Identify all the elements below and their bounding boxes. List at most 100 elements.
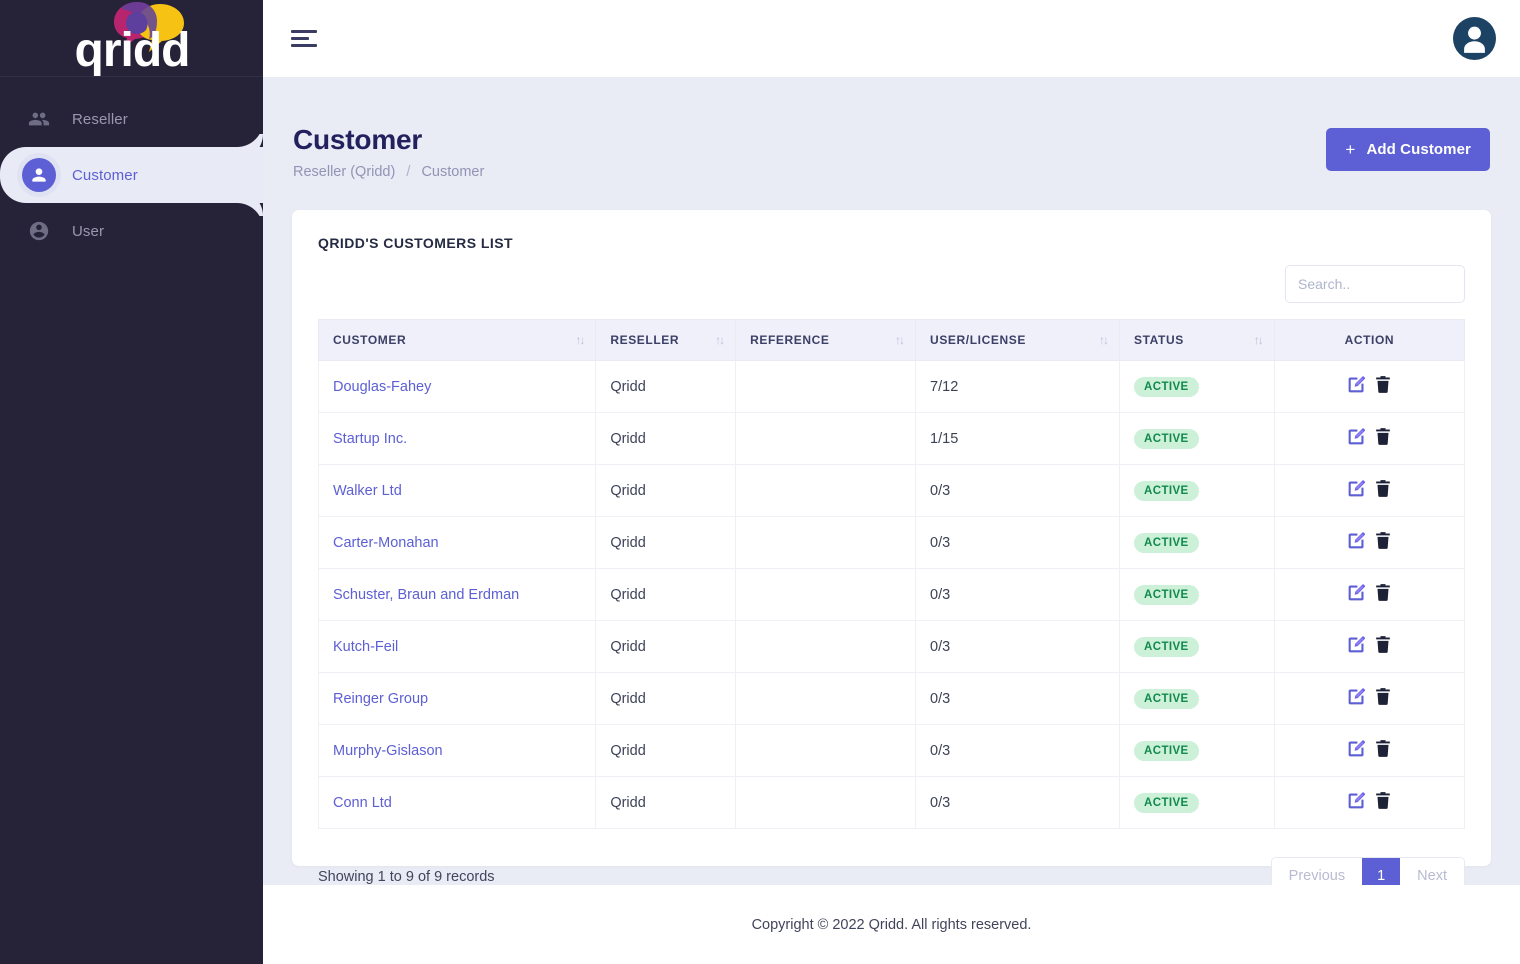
table-row: Schuster, Braun and Erdman Qridd 0/3 ACTIVE: [317, 568, 1466, 621]
sidebar: qridd Reseller Customer User: [0, 0, 263, 964]
customer-link[interactable]: Walker Ltd: [333, 483, 402, 499]
customer-link[interactable]: Carter-Monahan: [333, 535, 439, 551]
edit-button[interactable]: [1346, 686, 1367, 711]
sidebar-item-customer[interactable]: Customer: [0, 121, 263, 229]
column-header-status[interactable]: STATUS ↑↓: [1119, 319, 1275, 361]
cell-status: ACTIVE: [1119, 776, 1275, 829]
delete-button[interactable]: [1373, 790, 1393, 815]
customer-link[interactable]: Kutch-Feil: [333, 639, 398, 655]
brand-logo[interactable]: qridd: [0, 0, 263, 77]
cell-customer: Murphy-Gislason: [317, 724, 597, 777]
sidebar-item-user[interactable]: User: [0, 203, 263, 259]
table-footer: Showing 1 to 9 of 9 records Previous 1 N…: [318, 857, 1465, 885]
column-header-reference[interactable]: REFERENCE ↑↓: [735, 319, 917, 361]
customer-link[interactable]: Douglas-Fahey: [333, 379, 431, 395]
table-head: CUSTOMER ↑↓ RESELLER ↑↓ REFERENCE ↑↓ USE…: [317, 319, 1466, 361]
sort-icon[interactable]: ↑↓: [575, 333, 585, 347]
status-badge: ACTIVE: [1134, 792, 1199, 813]
search-row: [318, 265, 1465, 303]
table-row: Murphy-Gislason Qridd 0/3 ACTIVE: [317, 724, 1466, 777]
delete-button[interactable]: [1373, 374, 1393, 399]
sort-icon[interactable]: ↑↓: [1254, 333, 1264, 347]
user-avatar-icon[interactable]: [1453, 17, 1496, 60]
customer-link[interactable]: Reinger Group: [333, 691, 428, 707]
customer-link[interactable]: Startup Inc.: [333, 431, 407, 447]
cell-action: [1273, 568, 1466, 621]
trash-icon: [1376, 428, 1390, 445]
pagination-previous[interactable]: Previous: [1271, 858, 1363, 885]
content-area: Customer Reseller (Qridd) / Customer + A…: [263, 77, 1520, 885]
cell-reference: [735, 516, 917, 569]
pagination-page-1[interactable]: 1: [1362, 858, 1401, 885]
column-header-reseller[interactable]: RESELLER ↑↓: [595, 319, 737, 361]
avatar-silhouette-icon: [1464, 26, 1485, 53]
status-badge: ACTIVE: [1134, 636, 1199, 657]
column-header-user-license[interactable]: USER/LICENSE ↑↓: [915, 319, 1121, 361]
edit-button[interactable]: [1346, 478, 1367, 503]
hamburger-icon[interactable]: [291, 22, 319, 55]
delete-button[interactable]: [1373, 478, 1393, 503]
delete-button[interactable]: [1373, 582, 1393, 607]
cell-reference: [735, 360, 917, 413]
breadcrumb-parent[interactable]: Reseller (Qridd): [293, 164, 395, 180]
cell-status: ACTIVE: [1119, 516, 1275, 569]
edit-button[interactable]: [1346, 530, 1367, 555]
trash-icon: [1376, 792, 1390, 809]
delete-button[interactable]: [1373, 686, 1393, 711]
pagination-next[interactable]: Next: [1400, 858, 1464, 885]
cell-action: [1273, 516, 1466, 569]
cell-status: ACTIVE: [1119, 412, 1275, 465]
delete-button[interactable]: [1373, 426, 1393, 451]
trash-icon: [1376, 740, 1390, 757]
cell-status: ACTIVE: [1119, 464, 1275, 517]
search-input[interactable]: [1285, 265, 1465, 303]
cell-reference: [735, 412, 917, 465]
edit-button[interactable]: [1346, 426, 1367, 451]
cell-customer: Conn Ltd: [317, 776, 597, 829]
app-root: qridd Reseller Customer User Customer Re…: [0, 0, 1520, 964]
table-row: Walker Ltd Qridd 0/3 ACTIVE: [317, 464, 1466, 517]
delete-button[interactable]: [1373, 738, 1393, 763]
table-header-row: CUSTOMER ↑↓ RESELLER ↑↓ REFERENCE ↑↓ USE…: [317, 319, 1466, 361]
sort-icon[interactable]: ↑↓: [715, 333, 725, 347]
people-group-icon: [22, 102, 56, 136]
status-badge: ACTIVE: [1134, 740, 1199, 761]
customer-link[interactable]: Murphy-Gislason: [333, 743, 443, 759]
sort-icon[interactable]: ↑↓: [1099, 333, 1109, 347]
sidebar-item-reseller[interactable]: Reseller: [0, 91, 263, 147]
cell-user-license: 0/3: [915, 672, 1121, 725]
table-row: Carter-Monahan Qridd 0/3 ACTIVE: [317, 516, 1466, 569]
edit-pencil-icon: [1348, 428, 1365, 445]
cell-user-license: 0/3: [915, 568, 1121, 621]
cell-user-license: 7/12: [915, 360, 1121, 413]
column-label: ACTION: [1344, 333, 1395, 347]
edit-button[interactable]: [1346, 582, 1367, 607]
cell-reference: [735, 620, 917, 673]
edit-button[interactable]: [1346, 374, 1367, 399]
column-header-customer[interactable]: CUSTOMER ↑↓: [317, 319, 597, 361]
svg-text:qridd: qridd: [74, 24, 189, 77]
sort-icon[interactable]: ↑↓: [895, 333, 905, 347]
customer-link[interactable]: Schuster, Braun and Erdman: [333, 587, 519, 603]
cell-customer: Startup Inc.: [317, 412, 597, 465]
topbar: [263, 0, 1520, 77]
table-body: Douglas-Fahey Qridd 7/12 ACTIVE Startup Inc.…: [317, 360, 1466, 829]
customer-link[interactable]: Conn Ltd: [333, 795, 392, 811]
cell-reference: [735, 672, 917, 725]
delete-button[interactable]: [1373, 634, 1393, 659]
hamburger-line: [291, 30, 317, 33]
edit-button[interactable]: [1346, 790, 1367, 815]
add-customer-button[interactable]: + Add Customer: [1326, 128, 1490, 171]
edit-button[interactable]: [1346, 738, 1367, 763]
plus-icon: +: [1345, 140, 1356, 159]
sidebar-item-label: User: [72, 222, 105, 240]
delete-button[interactable]: [1373, 530, 1393, 555]
person-circle-icon: [22, 158, 56, 192]
cell-status: ACTIVE: [1119, 568, 1275, 621]
cell-action: [1273, 412, 1466, 465]
edit-button[interactable]: [1346, 634, 1367, 659]
records-count: Showing 1 to 9 of 9 records: [318, 868, 495, 885]
page-header: Customer Reseller (Qridd) / Customer + A…: [292, 124, 1491, 180]
column-header-action: ACTION: [1273, 319, 1466, 361]
cell-action: [1273, 672, 1466, 725]
